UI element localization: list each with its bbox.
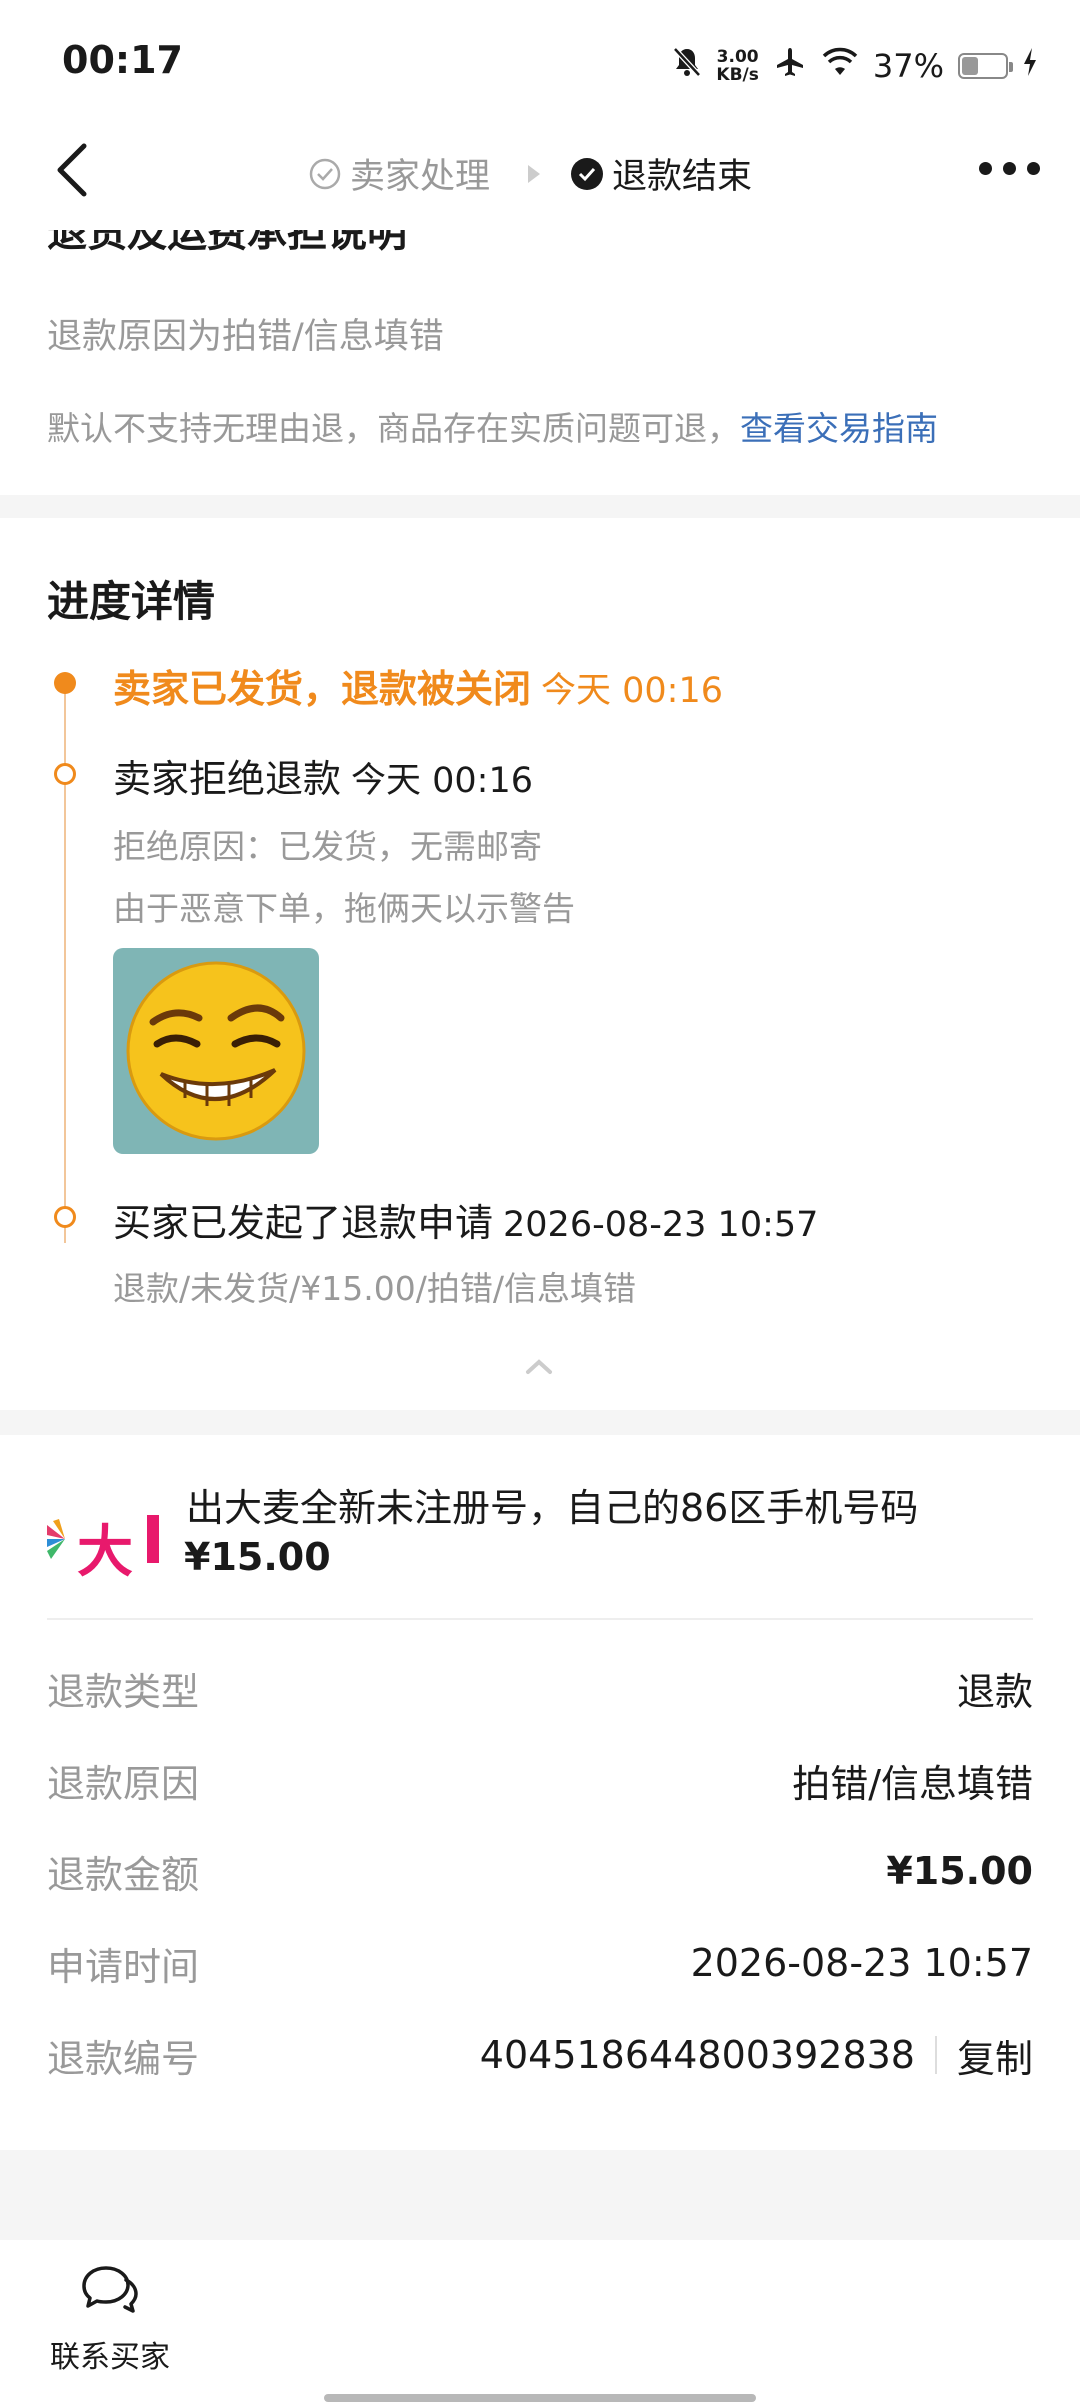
check-circle-outline-icon [309,158,341,189]
refund-reason-label: 退款原因 [47,1761,200,1806]
bottom-action-bar: 联系买家 [0,2240,1080,2408]
refund-type-row: 退款类型 退款 [47,1658,1033,1718]
step-refund-ended: 退款结束 [570,148,752,199]
copy-button[interactable]: 复制 [957,2028,1033,2083]
separator [934,2036,937,2074]
refund-id-row: 退款编号 404518644800392838 复制 [47,2025,1033,2085]
timeline-dot [54,1206,76,1228]
thumb-brand-text: 大 [77,1520,133,1583]
event-closed-title: 卖家已发货，退款被关闭 [113,667,532,711]
status-time: 00:17 [62,38,183,82]
progress-title: 进度详情 [47,577,216,626]
policy-text: 默认不支持无理由退，商品存在实质问题可退， [47,409,740,448]
event-refused-title: 卖家拒绝退款 [113,757,342,801]
refund-reason-note: 退款原因为拍错/信息填错 [47,317,444,357]
trade-guide-link[interactable]: 查看交易指南 [740,409,938,448]
collapse-chevron-icon[interactable] [524,1356,552,1378]
smirk-emoji-image[interactable] [113,948,319,1154]
policy-note: 默认不支持无理由退，商品存在实质问题可退，查看交易指南 [47,402,938,450]
battery-fill [962,57,978,75]
refund-amount-label: 退款金额 [47,1852,200,1897]
event-closed-time: 今天 00:16 [541,671,724,711]
airplane-icon [773,45,807,87]
refund-id-value: 404518644800392838 [479,2033,915,2077]
status-icons: 3.00 KB/s 37% [672,40,1038,92]
refund-type-value: 退款 [956,1669,1033,1714]
event-buyer-applied: 买家已发起了退款申请 2026-08-23 10:57 [113,1192,818,1247]
refund-info-section: 大 出大麦全新未注册号，自己的86区手机号码 ¥15.00 退款类型 退款 退款… [0,1435,1080,2150]
battery-percent: 37% [872,47,944,85]
contact-buyer-button[interactable]: 联系买家 [50,2332,170,2376]
step1-label: 卖家处理 [350,157,491,197]
refund-reason-row: 退款原因 拍错/信息填错 [47,1750,1033,1810]
event-closed: 卖家已发货，退款被关闭 今天 00:16 [113,658,723,713]
event-refused-time: 今天 00:16 [351,761,534,801]
divider [47,1618,1033,1620]
wifi-icon [821,47,859,85]
return-policy-section: 退货及运费承担说明 退款原因为拍错/信息填错 默认不支持无理由退，商品存在实质问… [0,230,1080,495]
progress-section: 进度详情 卖家已发货，退款被关闭 今天 00:16 卖家拒绝退款 今天 00:16 … [0,518,1080,1410]
product-thumbnail[interactable]: 大 [47,1495,159,1583]
product-title[interactable]: 出大麦全新未注册号，自己的86区手机号码 [186,1477,918,1532]
apply-time-row: 申请时间 2026-08-23 10:57 [47,1933,1033,1993]
refuse-note: 由于恶意下单，拖俩天以示警告 [113,889,575,928]
event-applied-time: 2026-08-23 10:57 [503,1205,819,1245]
refund-amount-row: 退款金额 ¥15.00 [47,1841,1033,1901]
more-options-icon[interactable] [979,162,1040,175]
event-applied-title: 买家已发起了退款申请 [113,1201,494,1245]
refund-steps: 卖家处理 退款结束 [308,148,752,199]
refund-amount-value: ¥15.00 [886,1849,1033,1893]
status-bar: 00:17 3.00 KB/s 37% [0,0,1080,130]
apply-time-label: 申请时间 [47,1944,200,1989]
mute-bell-icon [672,46,702,86]
refund-reason-value: 拍错/信息填错 [792,1761,1033,1806]
charging-icon [1022,47,1038,85]
step2-label: 退款结束 [612,157,753,197]
timeline-dot-active [54,672,76,694]
timeline-dot [54,763,76,785]
step-arrow-icon [528,164,541,183]
refund-id-label: 退款编号 [47,2036,200,2081]
step-seller-handle: 卖家处理 [308,148,490,199]
check-circle-filled-icon [571,157,604,190]
apply-time-value: 2026-08-23 10:57 [690,1941,1033,1985]
return-policy-title: 退货及运费承担说明 [47,230,407,256]
refund-type-label: 退款类型 [47,1669,200,1714]
apply-detail: 退款/未发货/¥15.00/拍错/信息填错 [113,1269,636,1308]
product-price: ¥15.00 [184,1535,331,1579]
back-arrow-icon[interactable] [50,140,94,200]
battery-icon [958,53,1013,79]
refuse-reason: 拒绝原因：已发货，无需邮寄 [113,827,542,866]
home-indicator[interactable] [324,2394,756,2402]
chat-bubbles-icon[interactable] [80,2264,140,2316]
event-seller-refused: 卖家拒绝退款 今天 00:16 [113,748,533,803]
net-speed: 3.00 KB/s [716,47,759,85]
